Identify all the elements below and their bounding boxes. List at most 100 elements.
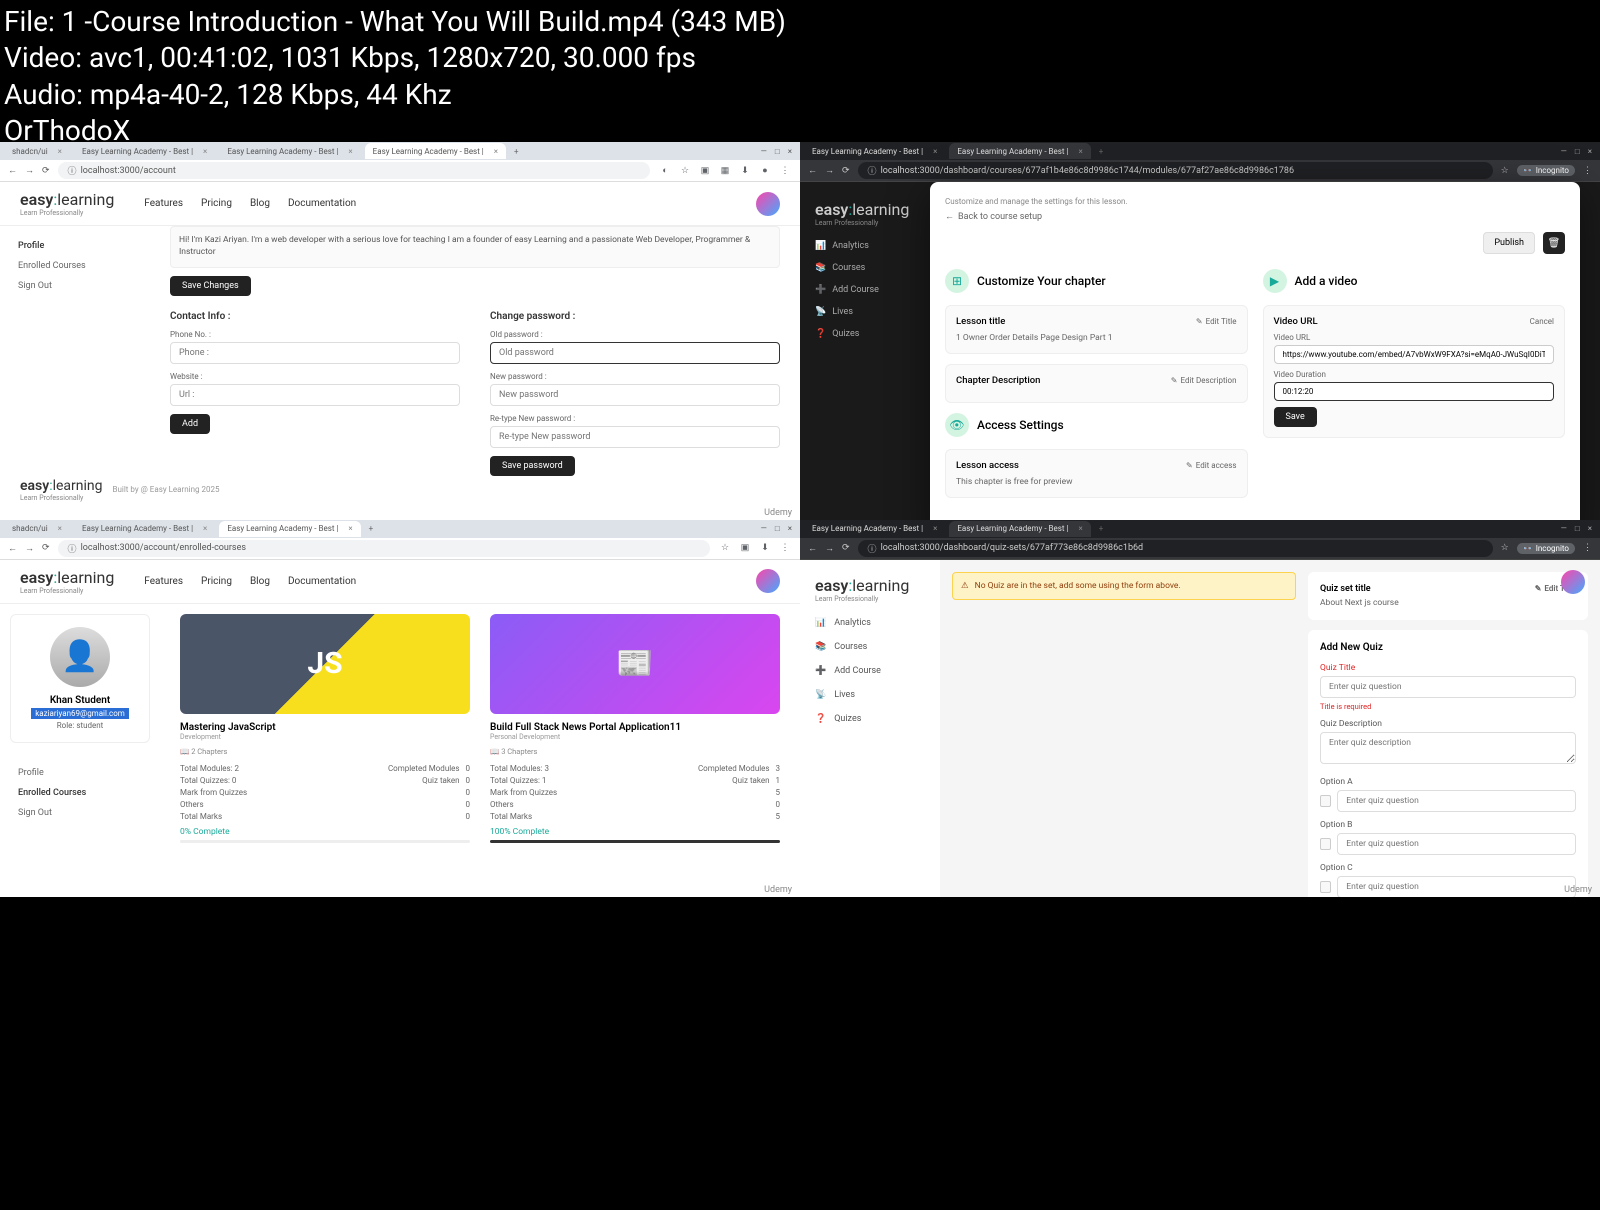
minimize-icon[interactable]: — xyxy=(761,147,767,156)
url-input[interactable]: ⓘlocalhost:3000/dashboard/quiz-sets/677a… xyxy=(858,540,1493,557)
extension-icon[interactable]: ▣ xyxy=(738,541,752,555)
logo[interactable]: easy:learningLearn Professionally xyxy=(20,190,114,217)
nav-pricing[interactable]: Pricing xyxy=(201,576,232,587)
close-icon[interactable]: × xyxy=(348,524,352,533)
course-card[interactable]: 📰 Build Full Stack News Portal Applicati… xyxy=(490,614,780,898)
close-icon[interactable]: × xyxy=(933,147,937,156)
user-avatar[interactable] xyxy=(1561,570,1585,594)
sidebar-quizes[interactable]: ❓Quizes xyxy=(800,323,920,345)
tab-ela-1[interactable]: Easy Learning Academy - Best |× xyxy=(804,521,945,537)
tab-ela-2[interactable]: Easy Learning Academy - Best |× xyxy=(219,521,360,537)
tab-shadcn[interactable]: shadcn/ui× xyxy=(4,521,70,537)
forward-icon[interactable]: → xyxy=(25,543,34,554)
old-pw-input[interactable] xyxy=(490,342,780,364)
new-pw-input[interactable] xyxy=(490,384,780,406)
back-icon[interactable]: ← xyxy=(808,165,817,176)
sidebar-courses[interactable]: 📚Courses xyxy=(800,257,920,279)
phone-input[interactable] xyxy=(170,342,460,364)
maximize-icon[interactable]: □ xyxy=(775,147,780,156)
logo[interactable]: easy:learningLearn Professionally xyxy=(20,568,114,595)
profile-icon[interactable]: ● xyxy=(758,164,772,178)
save-changes-button[interactable]: Save Changes xyxy=(170,276,251,296)
close-icon[interactable]: × xyxy=(348,147,352,156)
option-b-checkbox[interactable] xyxy=(1320,838,1331,850)
close-icon[interactable]: × xyxy=(1588,524,1592,533)
nav-docs[interactable]: Documentation xyxy=(288,198,356,209)
back-icon[interactable]: ← xyxy=(8,543,17,554)
forward-icon[interactable]: → xyxy=(825,543,834,554)
sidebar-profile[interactable]: Profile xyxy=(10,763,140,783)
publish-button[interactable]: Publish xyxy=(1483,232,1535,254)
star-icon[interactable]: ☆ xyxy=(1501,543,1509,553)
delete-button[interactable]: 🗑 xyxy=(1543,232,1565,254)
save-pw-button[interactable]: Save password xyxy=(490,456,575,476)
minimize-icon[interactable]: — xyxy=(1561,524,1567,533)
tab-ela-1[interactable]: Easy Learning Academy - Best |× xyxy=(804,143,945,159)
tab-ela-2[interactable]: Easy Learning Academy - Best |× xyxy=(949,143,1090,159)
sidebar-add-course[interactable]: ➕Add Course xyxy=(800,279,920,301)
download-icon[interactable]: ⬇ xyxy=(738,164,752,178)
logo[interactable]: easy:learningLearn Professionally xyxy=(815,576,925,603)
back-link[interactable]: ←Back to course setup xyxy=(945,211,1565,222)
sidebar-signout[interactable]: Sign Out xyxy=(10,276,140,296)
download-icon[interactable]: ⬇ xyxy=(758,541,772,555)
close-icon[interactable]: × xyxy=(203,147,207,156)
sidebar-signout[interactable]: Sign Out xyxy=(10,803,140,823)
video-duration-input[interactable] xyxy=(1274,382,1555,401)
edit-title-button[interactable]: ✎Edit Title xyxy=(1196,317,1237,326)
sidebar-analytics[interactable]: 📊Analytics xyxy=(800,235,920,257)
menu-icon[interactable]: ⋮ xyxy=(778,164,792,178)
add-button[interactable]: Add xyxy=(170,414,210,434)
nav-docs[interactable]: Documentation xyxy=(288,576,356,587)
menu-icon[interactable]: ⋮ xyxy=(1583,166,1592,176)
sidebar-lives[interactable]: 📡Lives xyxy=(800,301,920,323)
close-icon[interactable]: × xyxy=(203,524,207,533)
sidebar-profile[interactable]: Profile xyxy=(10,236,140,256)
course-card[interactable]: JS Mastering JavaScript Development 📖 2 … xyxy=(180,614,470,898)
option-a-input[interactable] xyxy=(1337,790,1576,812)
tab-ela-2[interactable]: Easy Learning Academy - Best |× xyxy=(219,143,360,159)
url-input[interactable]: ⓘlocalhost:3000/account xyxy=(58,162,650,179)
close-icon[interactable]: × xyxy=(1588,147,1592,156)
nav-pricing[interactable]: Pricing xyxy=(201,198,232,209)
star-icon[interactable]: ☆ xyxy=(1501,166,1509,176)
reload-icon[interactable]: ⟳ xyxy=(842,543,850,553)
user-avatar[interactable] xyxy=(756,569,780,593)
forward-icon[interactable]: → xyxy=(825,165,834,176)
sidebar-lives[interactable]: 📡Lives xyxy=(800,683,940,707)
new-tab-icon[interactable]: + xyxy=(1099,147,1104,156)
forward-icon[interactable]: → xyxy=(25,165,34,176)
option-a-checkbox[interactable] xyxy=(1320,795,1331,807)
nav-blog[interactable]: Blog xyxy=(250,198,270,209)
reload-icon[interactable]: ⟳ xyxy=(42,166,50,176)
extension-icon[interactable]: ◐ xyxy=(658,164,672,178)
save-button[interactable]: Save xyxy=(1274,407,1317,427)
retype-pw-input[interactable] xyxy=(490,426,780,448)
extension-icon[interactable]: ▦ xyxy=(718,164,732,178)
tab-ela-1[interactable]: Easy Learning Academy - Best |× xyxy=(74,521,215,537)
new-tab-icon[interactable]: + xyxy=(1099,524,1104,533)
tab-ela-2[interactable]: Easy Learning Academy - Best |× xyxy=(949,521,1090,537)
nav-blog[interactable]: Blog xyxy=(250,576,270,587)
sidebar-analytics[interactable]: 📊Analytics xyxy=(800,611,940,635)
maximize-icon[interactable]: □ xyxy=(1575,147,1580,156)
nav-features[interactable]: Features xyxy=(144,576,183,587)
user-avatar[interactable] xyxy=(756,192,780,216)
menu-icon[interactable]: ⋮ xyxy=(1583,543,1592,553)
quiz-title-input[interactable] xyxy=(1320,676,1576,698)
tab-ela-1[interactable]: Easy Learning Academy - Best |× xyxy=(74,143,215,159)
sidebar-add-course[interactable]: ➕Add Course xyxy=(800,659,940,683)
sidebar-courses[interactable]: 📚Courses xyxy=(800,635,940,659)
sidebar-quizes[interactable]: ❓Quizes xyxy=(800,707,940,731)
close-icon[interactable]: × xyxy=(494,147,498,156)
option-b-input[interactable] xyxy=(1337,833,1576,855)
sidebar-enrolled[interactable]: Enrolled Courses xyxy=(10,256,140,276)
new-tab-icon[interactable]: + xyxy=(369,524,374,533)
option-c-checkbox[interactable] xyxy=(1320,881,1331,893)
back-icon[interactable]: ← xyxy=(808,543,817,554)
star-icon[interactable]: ☆ xyxy=(678,164,692,178)
reload-icon[interactable]: ⟳ xyxy=(842,166,850,176)
close-icon[interactable]: × xyxy=(788,147,792,156)
maximize-icon[interactable]: □ xyxy=(775,524,780,533)
tab-ela-active[interactable]: Easy Learning Academy - Best |× xyxy=(365,143,506,159)
